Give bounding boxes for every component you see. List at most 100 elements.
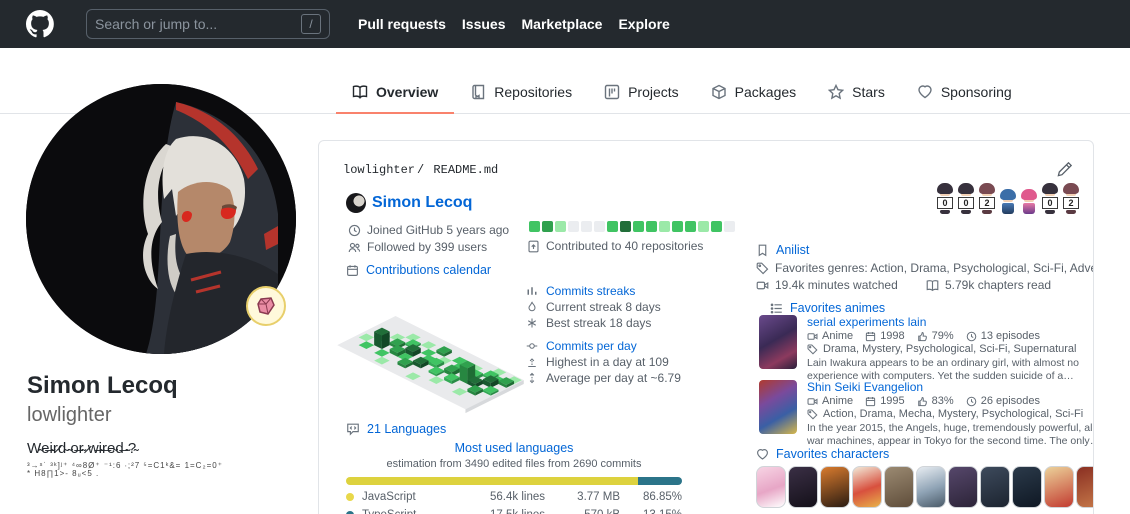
commits-streaks-link[interactable]: Commits streaks bbox=[526, 283, 681, 298]
joined-row: Joined GitHub 5 years ago bbox=[348, 223, 509, 237]
language-row-javascript: JavaScript 56.4k lines 3.77 MB 86.85% bbox=[346, 491, 682, 503]
anime-genres: Drama, Mystery, Psychological, Sci-Fi, S… bbox=[807, 343, 1094, 355]
nav-link-issues[interactable]: Issues bbox=[462, 16, 506, 32]
heart-icon bbox=[756, 448, 769, 461]
commits-per-day-link[interactable]: Commits per day bbox=[526, 338, 681, 353]
navbar-links: Pull requests Issues Marketplace Explore bbox=[358, 16, 670, 32]
graph-icon bbox=[526, 285, 538, 297]
best-streak-text: Best streak 18 days bbox=[546, 316, 651, 330]
joined-text: Joined GitHub 5 years ago bbox=[367, 223, 509, 237]
character-thumbnail[interactable] bbox=[980, 466, 1010, 508]
character-thumbnail[interactable] bbox=[788, 466, 818, 508]
pixel-counter-sprites: 0 0 2 0 2 bbox=[935, 183, 1081, 214]
tab-label: Packages bbox=[735, 84, 796, 100]
anime-thumbnail[interactable] bbox=[759, 315, 797, 369]
character-thumbnail[interactable] bbox=[916, 466, 946, 508]
highest-day-text: Highest in a day at 109 bbox=[546, 355, 669, 369]
video-icon bbox=[807, 331, 818, 342]
search-input[interactable] bbox=[95, 16, 301, 32]
counter-sprite bbox=[1019, 189, 1039, 214]
list-icon bbox=[770, 302, 783, 315]
average-day-text: Average per day at ~6.79 bbox=[546, 371, 681, 385]
commits-per-day-label: Commits per day bbox=[546, 339, 637, 353]
arrow-up-icon bbox=[526, 356, 538, 368]
language-size: 3.77 MB bbox=[545, 491, 620, 503]
counter-sprite bbox=[998, 189, 1018, 214]
contributions-calendar-link[interactable]: Contributions calendar bbox=[346, 263, 491, 277]
video-icon bbox=[756, 279, 769, 292]
contributed-row: Contributed to 40 repositories bbox=[527, 239, 703, 253]
anime-genres: Action, Drama, Mecha, Mystery, Psycholog… bbox=[807, 408, 1094, 420]
language-name: JavaScript bbox=[362, 491, 416, 503]
breadcrumb-file[interactable]: README.md bbox=[433, 163, 498, 177]
anime-thumbnail[interactable] bbox=[759, 380, 797, 434]
character-thumbnail[interactable] bbox=[948, 466, 978, 508]
counter-sprite: 2 bbox=[1061, 183, 1081, 214]
anime-description: Lain Iwakura appears to be an ordinary g… bbox=[807, 357, 1094, 382]
highest-day-row: Highest in a day at 109 bbox=[526, 354, 681, 369]
tab-projects[interactable]: Projects bbox=[588, 70, 695, 114]
character-thumbnail[interactable] bbox=[884, 466, 914, 508]
top-navbar: / Pull requests Issues Marketplace Explo… bbox=[0, 0, 1130, 48]
language-percent: 13.15% bbox=[620, 509, 682, 514]
readme-card: lowlighter/ README.md Simon Lecoq Joined… bbox=[318, 140, 1094, 514]
mini-avatar bbox=[346, 193, 366, 213]
favorites-characters-link[interactable]: Favorites characters bbox=[756, 447, 889, 461]
anilist-link[interactable]: Anilist bbox=[756, 243, 809, 257]
tab-packages[interactable]: Packages bbox=[695, 70, 812, 114]
bookmark-icon bbox=[756, 244, 769, 257]
language-row-typescript: TypeScript 17.5k lines 570 kB 13.15% bbox=[346, 509, 682, 514]
slash-key-hint: / bbox=[301, 14, 321, 34]
languages-estimation: estimation from 3490 edited files from 2… bbox=[346, 458, 682, 470]
pencil-icon[interactable] bbox=[1057, 161, 1073, 177]
tab-label: Projects bbox=[628, 84, 679, 100]
tab-stars[interactable]: Stars bbox=[812, 70, 901, 114]
minutes-watched: 19.4k minutes watched bbox=[756, 278, 926, 292]
tab-repositories[interactable]: Repositories bbox=[454, 70, 588, 114]
most-used-languages: Most used languages estimation from 3490… bbox=[346, 441, 682, 514]
arrows-vertical-icon bbox=[526, 372, 538, 384]
commit-stats-block: Commits streaks Current streak 8 days Be… bbox=[526, 283, 681, 386]
anime-title[interactable]: Shin Seiki Evangelion bbox=[807, 380, 1094, 394]
anilist-label: Anilist bbox=[776, 243, 809, 257]
contributions-isometric-chart bbox=[333, 281, 528, 417]
profile-bio: W̴e̶i̴r̷d̴ ̴o̶r̴ ̷w̶i̴r̶e̴d̶ ̴?̴ bbox=[27, 440, 307, 458]
github-logo-icon[interactable] bbox=[24, 8, 56, 40]
nav-link-pull-requests[interactable]: Pull requests bbox=[358, 16, 446, 32]
chapters-read: 5.79k chapters read bbox=[926, 278, 1051, 292]
profile-name: Simon Lecoq bbox=[27, 372, 178, 400]
video-icon bbox=[807, 396, 818, 407]
character-thumbnail[interactable] bbox=[756, 466, 786, 508]
character-thumbnail[interactable] bbox=[852, 466, 882, 508]
calendar-icon bbox=[865, 331, 876, 342]
readme-user-name[interactable]: Simon Lecoq bbox=[372, 194, 472, 212]
nav-link-explore[interactable]: Explore bbox=[618, 16, 669, 32]
tag-icon bbox=[807, 344, 818, 355]
tab-overview[interactable]: Overview bbox=[336, 70, 454, 114]
counter-sprite: 0 bbox=[935, 183, 955, 214]
average-day-row: Average per day at ~6.79 bbox=[526, 370, 681, 385]
package-icon bbox=[711, 84, 727, 100]
character-thumbnail[interactable] bbox=[1012, 466, 1042, 508]
languages-link[interactable]: 21 Languages bbox=[346, 422, 446, 436]
anilist-stats-row: 19.4k minutes watched 5.79k chapters rea… bbox=[756, 278, 1051, 292]
character-thumbnail[interactable] bbox=[1044, 466, 1074, 508]
tag-icon bbox=[756, 262, 769, 275]
profile-bio-glitch: ³→ˢ˙ ³ᵏ]ʲ⁺ ⁴∞8Ø⁺ ⁻¹:6 ∙;²7 ⁵=C1ᵏ&= 1=C₂=… bbox=[27, 462, 227, 478]
achievement-badge[interactable] bbox=[246, 286, 286, 326]
favorites-animes-link[interactable]: Favorites animes bbox=[770, 301, 885, 315]
search-box[interactable]: / bbox=[86, 9, 330, 39]
tab-sponsoring[interactable]: Sponsoring bbox=[901, 70, 1028, 114]
contribution-squares bbox=[529, 221, 735, 232]
character-thumbnail[interactable] bbox=[1076, 466, 1094, 508]
followers-row: Followed by 399 users bbox=[348, 240, 487, 254]
tab-label: Sponsoring bbox=[941, 84, 1012, 100]
languages-bar-javascript bbox=[346, 477, 638, 485]
most-used-languages-link[interactable]: Most used languages bbox=[346, 441, 682, 455]
nav-link-marketplace[interactable]: Marketplace bbox=[522, 16, 603, 32]
anime-title[interactable]: serial experiments lain bbox=[807, 315, 1094, 329]
heart-icon bbox=[917, 84, 933, 100]
clock-icon bbox=[348, 224, 361, 237]
breadcrumb-repo[interactable]: lowlighter bbox=[343, 163, 415, 177]
character-thumbnail[interactable] bbox=[820, 466, 850, 508]
